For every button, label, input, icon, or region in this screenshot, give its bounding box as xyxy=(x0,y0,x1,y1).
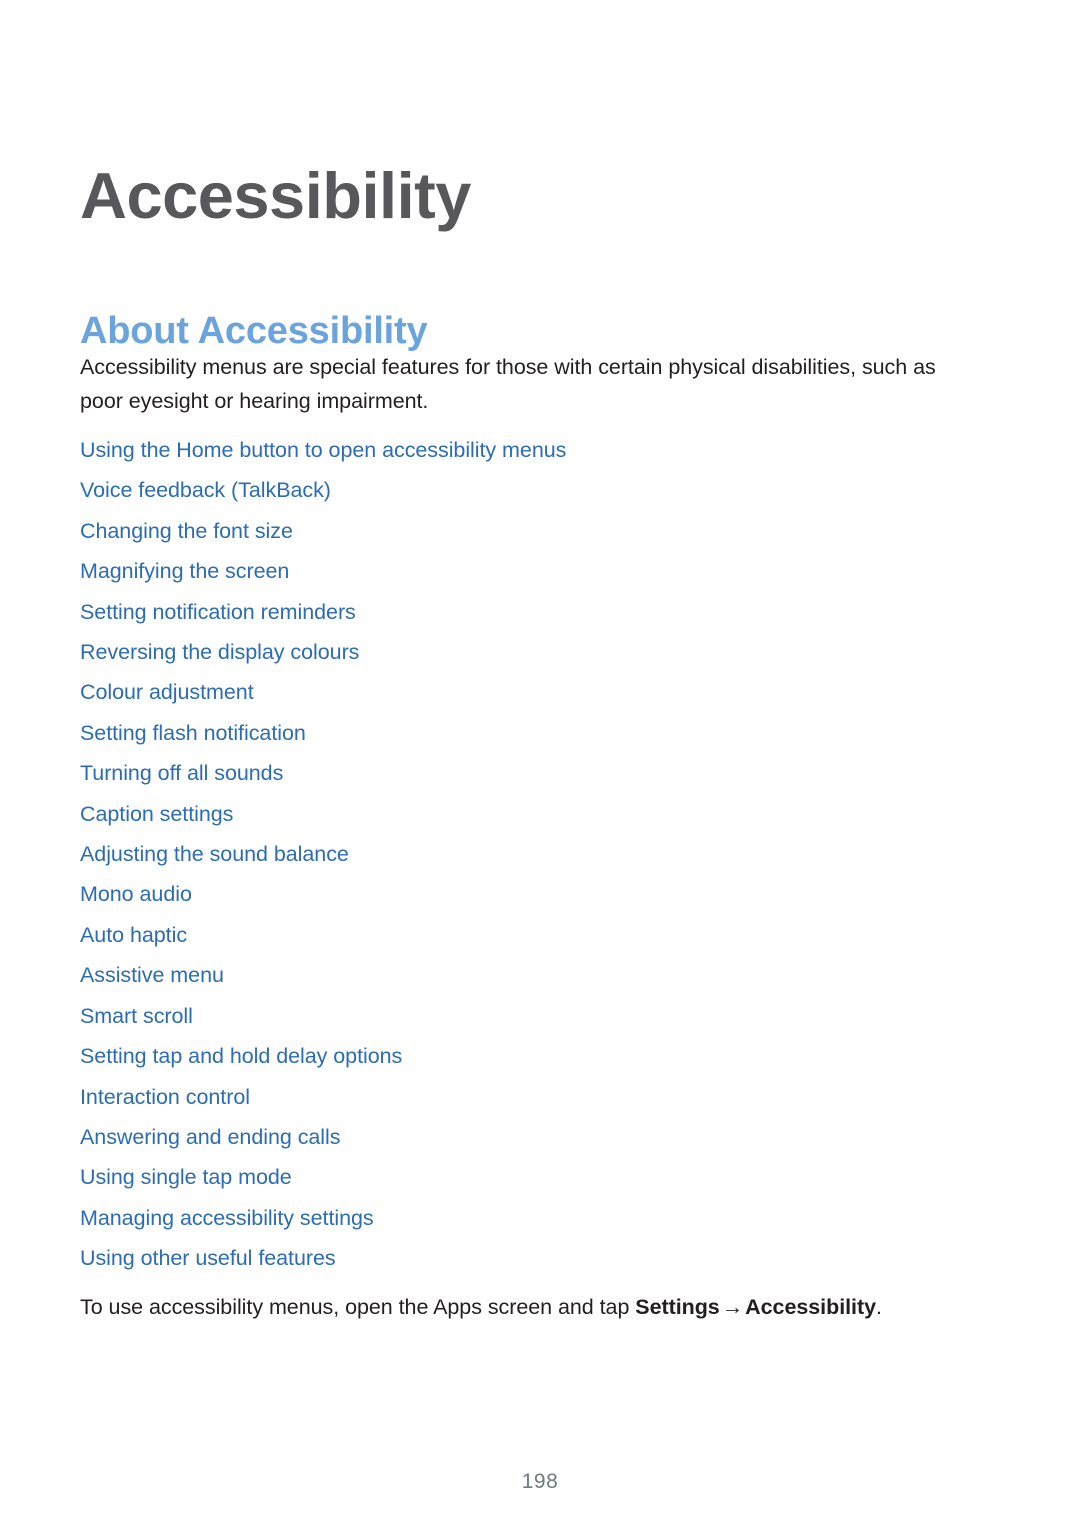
list-item: Smart scroll xyxy=(80,996,964,1036)
toc-link-adjusting-sound-balance[interactable]: Adjusting the sound balance xyxy=(80,834,349,874)
toc-link-magnifying-screen[interactable]: Magnifying the screen xyxy=(80,551,289,591)
list-item: Mono audio xyxy=(80,874,964,914)
toc-link-changing-font-size[interactable]: Changing the font size xyxy=(80,511,293,551)
list-item: Answering and ending calls xyxy=(80,1117,964,1157)
toc-link-mono-audio[interactable]: Mono audio xyxy=(80,874,192,914)
intro-paragraph: Accessibility menus are special features… xyxy=(80,355,936,413)
page-title: Accessibility xyxy=(80,158,471,232)
list-item: Setting tap and hold delay options xyxy=(80,1036,964,1076)
closing-lead-text: To use accessibility menus, open the App… xyxy=(80,1294,636,1319)
settings-menu-label: Settings xyxy=(635,1294,720,1319)
list-item: Interaction control xyxy=(80,1077,964,1117)
list-item: Changing the font size xyxy=(80,511,964,551)
toc-link-turning-off-all-sounds[interactable]: Turning off all sounds xyxy=(80,753,283,793)
closing-trailing-text: . xyxy=(875,1294,882,1319)
list-item: Auto haptic xyxy=(80,915,964,955)
toc-link-single-tap-mode[interactable]: Using single tap mode xyxy=(80,1157,292,1197)
list-item: Turning off all sounds xyxy=(80,753,964,793)
document-page: Accessibility About Accessibility Access… xyxy=(0,0,1080,1527)
toc-link-reversing-display-colours[interactable]: Reversing the display colours xyxy=(80,632,359,672)
arrow-right-icon: → xyxy=(721,1294,744,1319)
toc-link-managing-accessibility-settings[interactable]: Managing accessibility settings xyxy=(80,1198,374,1238)
toc-link-colour-adjustment[interactable]: Colour adjustment xyxy=(80,672,254,712)
toc-link-answering-ending-calls[interactable]: Answering and ending calls xyxy=(80,1117,341,1157)
toc-link-assistive-menu[interactable]: Assistive menu xyxy=(80,955,224,995)
page-number: 198 xyxy=(521,1470,559,1493)
toc-link-voice-feedback[interactable]: Voice feedback (TalkBack) xyxy=(80,470,331,510)
toc-link-notification-reminders[interactable]: Setting notification reminders xyxy=(80,592,356,632)
toc-link-other-useful-features[interactable]: Using other useful features xyxy=(80,1238,336,1278)
list-item: Reversing the display colours xyxy=(80,632,964,672)
section-heading: About Accessibility xyxy=(80,309,428,352)
list-item: Voice feedback (TalkBack) xyxy=(80,470,964,510)
toc-link-auto-haptic[interactable]: Auto haptic xyxy=(80,915,187,955)
list-item: Setting notification reminders xyxy=(80,592,964,632)
list-item: Magnifying the screen xyxy=(80,551,964,591)
list-item: Using the Home button to open accessibil… xyxy=(80,430,964,470)
table-of-contents-list: Using the Home button to open accessibil… xyxy=(80,430,964,1279)
toc-link-flash-notification[interactable]: Setting flash notification xyxy=(80,713,306,753)
list-item: Using other useful features xyxy=(80,1238,964,1278)
toc-link-smart-scroll[interactable]: Smart scroll xyxy=(80,996,193,1036)
toc-link-interaction-control[interactable]: Interaction control xyxy=(80,1077,250,1117)
toc-link-using-home-button[interactable]: Using the Home button to open accessibil… xyxy=(80,430,566,470)
accessibility-menu-label: Accessibility xyxy=(745,1294,876,1319)
list-item: Caption settings xyxy=(80,794,964,834)
list-item: Managing accessibility settings xyxy=(80,1198,964,1238)
list-item: Using single tap mode xyxy=(80,1157,964,1197)
toc-link-caption-settings[interactable]: Caption settings xyxy=(80,794,233,834)
list-item: Colour adjustment xyxy=(80,672,964,712)
list-item: Assistive menu xyxy=(80,955,964,995)
list-item: Adjusting the sound balance xyxy=(80,834,964,874)
closing-paragraph: To use accessibility menus, open the App… xyxy=(80,1290,964,1324)
list-item: Setting flash notification xyxy=(80,713,964,753)
content-column: Accessibility menus are special features… xyxy=(80,350,964,1324)
toc-link-tap-and-hold-delay[interactable]: Setting tap and hold delay options xyxy=(80,1036,402,1076)
